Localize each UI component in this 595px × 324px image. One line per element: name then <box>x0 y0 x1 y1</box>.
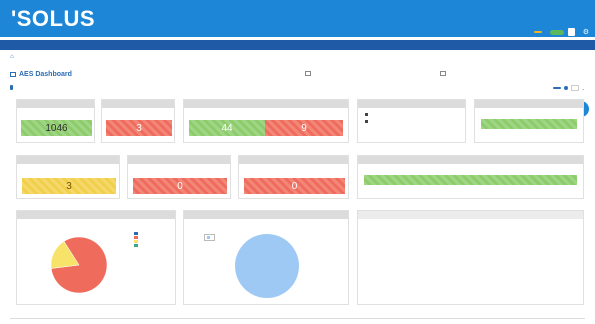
period-select[interactable] <box>570 85 579 91</box>
sub-row: ⌄ <box>10 85 585 94</box>
window-icon <box>440 71 446 76</box>
solus-logo: 'SOLUS <box>11 6 96 31</box>
page-title: AES Dashboard <box>19 70 72 78</box>
header-toggle[interactable] <box>549 29 564 35</box>
main-menu <box>0 40 595 50</box>
panel-6: 3 <box>16 155 120 199</box>
panel-10 <box>16 210 176 305</box>
donut-chart <box>235 234 299 298</box>
panel-9 <box>357 155 584 199</box>
legend-item[interactable] <box>134 240 140 243</box>
dashboard-icon <box>10 71 16 77</box>
panel-1-header <box>17 100 94 108</box>
legend-item[interactable] <box>134 244 140 247</box>
panel-6-header <box>17 156 119 164</box>
panel-5 <box>474 99 584 143</box>
gear-icon[interactable]: ⚙ <box>583 29 589 36</box>
app-header: 'SOLUS ⚙ <box>0 0 595 37</box>
legend-item[interactable] <box>134 232 140 235</box>
panel-7: 0 <box>127 155 231 199</box>
bullet-icon <box>365 120 368 123</box>
sub-link[interactable] <box>10 85 15 90</box>
tooltip-swatch <box>207 236 210 239</box>
footer-divider <box>10 318 585 319</box>
chevron-down-icon[interactable]: ⌄ <box>582 86 585 91</box>
header-badge[interactable] <box>533 31 542 33</box>
panel-4 <box>357 99 466 143</box>
panel-7-value[interactable]: 0 <box>133 178 227 194</box>
panel-11-header <box>184 211 348 219</box>
pin-icon <box>10 85 13 90</box>
panel-12 <box>357 210 584 305</box>
list-item[interactable] <box>365 113 459 116</box>
panel-7-header <box>128 156 230 164</box>
panel-10-header <box>17 211 175 219</box>
legend-swatch <box>134 232 138 235</box>
alert-list <box>365 113 459 127</box>
panel-4-header <box>358 100 465 108</box>
breadcrumb: ⌂ <box>10 53 20 60</box>
panel-2-value[interactable]: 3 <box>106 120 172 136</box>
panel-5-status-bar[interactable] <box>481 119 577 129</box>
primary-button[interactable] <box>552 87 561 89</box>
bullet-icon <box>365 113 368 116</box>
pie-chart <box>50 236 108 294</box>
panel-3-value-left[interactable]: 44 <box>189 120 265 136</box>
panel-3-header <box>184 100 348 108</box>
panel-9-status-bar[interactable] <box>364 175 577 185</box>
list-item[interactable] <box>365 120 459 123</box>
sub-controls: ⌄ <box>552 85 585 91</box>
legend-swatch <box>134 240 138 243</box>
panel-8-header <box>239 156 348 164</box>
dot-icon[interactable] <box>563 86 568 90</box>
legend-swatch <box>134 244 138 247</box>
panel-1-value[interactable]: 1046 <box>21 120 92 136</box>
chart-tooltip <box>204 234 215 241</box>
avatar[interactable] <box>567 28 575 36</box>
panel-3-value-right[interactable]: 9 <box>265 120 343 136</box>
window-icon <box>305 71 311 76</box>
pie-legend <box>134 232 140 248</box>
home-icon[interactable]: ⌂ <box>10 54 14 60</box>
panel-8-value[interactable]: 0 <box>244 178 345 194</box>
panel-9-header <box>358 156 583 164</box>
panel-6-value[interactable]: 3 <box>22 178 116 194</box>
panel-8: 0 <box>238 155 349 199</box>
panel-2: 3 <box>101 99 175 143</box>
panel-1: 1046 <box>16 99 95 143</box>
panel-5-header <box>475 100 583 108</box>
panel-2-header <box>102 100 174 108</box>
legend-swatch <box>134 236 138 239</box>
header-user-area: ⚙ <box>533 27 589 37</box>
panel-3: 44 9 <box>183 99 349 143</box>
panel-12-header <box>358 211 583 219</box>
chart-circle[interactable] <box>235 234 299 298</box>
toolbar-link-1[interactable] <box>305 71 313 76</box>
title-row: AES Dashboard <box>10 68 585 80</box>
panel-11 <box>183 210 349 305</box>
toolbar-link-2[interactable] <box>440 71 448 76</box>
legend-item[interactable] <box>134 236 140 239</box>
